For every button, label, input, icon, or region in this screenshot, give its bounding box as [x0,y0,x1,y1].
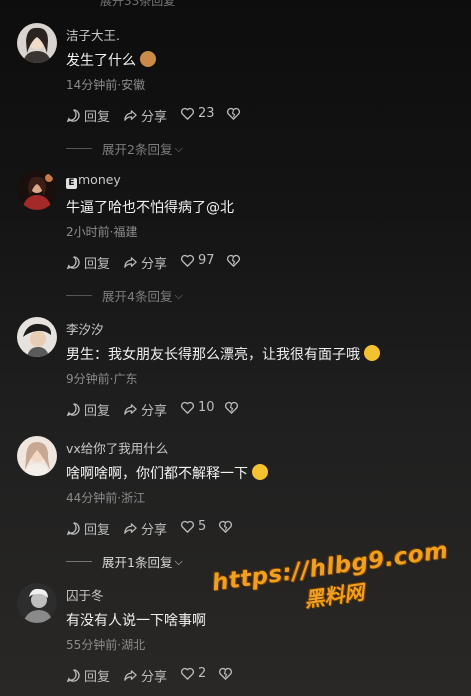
expand-replies-button[interactable]: 展开4条回复 ⌵ [66,286,183,305]
dislike-button[interactable] [224,400,239,415]
shy-face-emoji-icon [364,345,380,361]
reply-button[interactable]: 回复 [66,106,110,125]
comment-meta: 44分钟前·浙江 [66,491,146,505]
like-count: 97 [198,253,215,268]
broken-heart-icon [227,254,240,267]
crying-face-emoji-icon [252,464,268,480]
dislike-button[interactable] [226,253,241,268]
share-icon [124,257,137,268]
like-button[interactable]: 5 [180,519,206,534]
reply-button[interactable]: 回复 [66,400,110,419]
share-button[interactable]: 分享 [123,666,167,685]
expand-label: 展开4条回复 [102,289,173,304]
reply-button[interactable]: 回复 [66,666,110,685]
comment-text: 牛逼了哈也不怕得病了@北 [66,200,234,216]
share-label: 分享 [141,523,168,538]
like-button[interactable]: 23 [180,106,215,121]
comment-username[interactable]: Emoney [66,172,121,189]
avatar[interactable] [17,170,57,210]
chevron-down-icon: ⌵ [174,141,183,155]
reply-icon [66,256,80,270]
reply-icon [66,403,80,417]
share-label: 分享 [141,404,168,419]
dislike-button[interactable] [218,666,233,681]
expand-label: 展开1条回复 [102,555,173,570]
dislike-button[interactable] [226,106,241,121]
heart-icon [181,520,194,533]
divider [66,561,92,562]
site-watermark: https://hlbg9.com 黑料网 [210,538,454,626]
comment-username[interactable]: 洁子大王. [66,25,120,44]
broken-heart-icon [219,667,232,680]
comment-text-content: 啥啊啥啊，你们都不解释一下 [66,466,248,482]
expand-label: 展开2条回复 [102,142,173,157]
reply-icon [66,522,80,536]
share-button[interactable]: 分享 [123,519,167,538]
chevron-down-icon: ⌵ [174,554,183,568]
like-button[interactable]: 97 [180,253,215,268]
heart-icon [181,401,194,414]
share-icon [124,404,137,415]
share-icon [124,523,137,534]
reply-button[interactable]: 回复 [66,519,110,538]
heart-icon [181,107,194,120]
comment-text-content: 发生了什么 [66,53,136,69]
avatar[interactable] [17,23,57,63]
share-label: 分享 [141,110,168,125]
share-icon [124,110,137,121]
reply-label: 回复 [84,110,111,125]
like-button[interactable]: 10 [180,400,215,415]
comment-text: 发生了什么 [66,50,156,70]
broken-heart-icon [225,401,238,414]
reply-label: 回复 [84,257,111,272]
reply-label: 回复 [84,404,111,419]
verified-badge-icon: E [66,178,77,189]
reply-icon [66,109,80,123]
avatar[interactable] [17,317,57,357]
username-label: money [78,172,121,187]
broken-heart-icon [227,107,240,120]
comment-meta: 9分钟前·广东 [66,372,138,386]
broken-heart-icon [219,520,232,533]
heart-icon [181,254,194,267]
avatar[interactable] [17,583,57,623]
comment-meta: 55分钟前·湖北 [66,638,146,652]
comment-text: 有没有人说一下啥事啊 [66,613,206,629]
reply-icon [66,669,80,683]
divider [66,295,92,296]
expand-replies-button[interactable]: 展开1条回复 ⌵ [66,552,183,571]
reply-button[interactable]: 回复 [66,253,110,272]
reply-label: 回复 [84,670,111,685]
like-count: 23 [198,106,215,121]
like-count: 5 [198,519,207,534]
share-button[interactable]: 分享 [123,253,167,272]
comment-username[interactable]: 囚于冬 [66,585,104,604]
avatar[interactable] [17,436,57,476]
comment-username[interactable]: 李汐汐 [66,319,104,338]
heart-icon [181,667,194,680]
share-button[interactable]: 分享 [123,106,167,125]
divider [66,148,92,149]
like-count: 2 [198,666,207,681]
like-button[interactable]: 2 [180,666,206,681]
comment-meta: 2小时前·福建 [66,225,138,239]
share-label: 分享 [141,257,168,272]
chevron-down-icon: ⌵ [174,288,183,302]
dislike-button[interactable] [218,519,233,534]
expand-replies-partial[interactable]: 展开33条回复 [100,0,175,9]
share-label: 分享 [141,670,168,685]
comment-username[interactable]: vx给你了我用什么 [66,438,168,457]
reply-label: 回复 [84,523,111,538]
comment-meta: 14分钟前·安徽 [66,78,146,92]
comment-text-content: 男生：我女朋友长得那么漂亮，让我很有面子哦 [66,347,360,363]
share-icon [124,670,137,681]
share-button[interactable]: 分享 [123,400,167,419]
bear-emoji-icon [140,51,156,67]
expand-replies-button[interactable]: 展开2条回复 ⌵ [66,139,183,158]
comment-text: 男生：我女朋友长得那么漂亮，让我很有面子哦 [66,344,380,364]
like-count: 10 [198,400,215,415]
comment-text: 啥啊啥啊，你们都不解释一下 [66,463,268,483]
